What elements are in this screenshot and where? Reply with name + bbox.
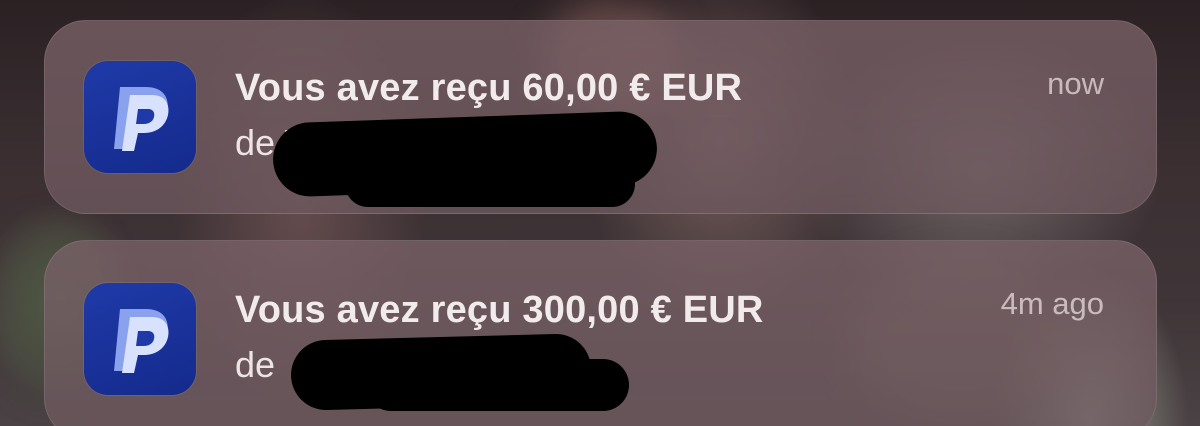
notification-card[interactable]: Vous avez reçu 300,00 € EUR de 4m ago: [44, 240, 1157, 426]
notification-title: Vous avez reçu 300,00 € EUR: [235, 289, 764, 331]
notification-time: 4m ago: [1000, 286, 1104, 321]
notification-body: de: [235, 344, 276, 385]
paypal-icon: [84, 283, 196, 395]
notification-title: Vous avez reçu 60,00 € EUR: [235, 67, 743, 109]
lock-screen-wallpaper: Vous avez reçu 60,00 € EUR de Th now Vou…: [0, 0, 1200, 426]
paypal-icon: [84, 61, 196, 173]
notification-time: now: [1047, 66, 1104, 101]
notification-card[interactable]: Vous avez reçu 60,00 € EUR de Th now: [44, 20, 1157, 214]
redaction-mark: [365, 359, 629, 411]
redaction-mark: [345, 161, 635, 207]
